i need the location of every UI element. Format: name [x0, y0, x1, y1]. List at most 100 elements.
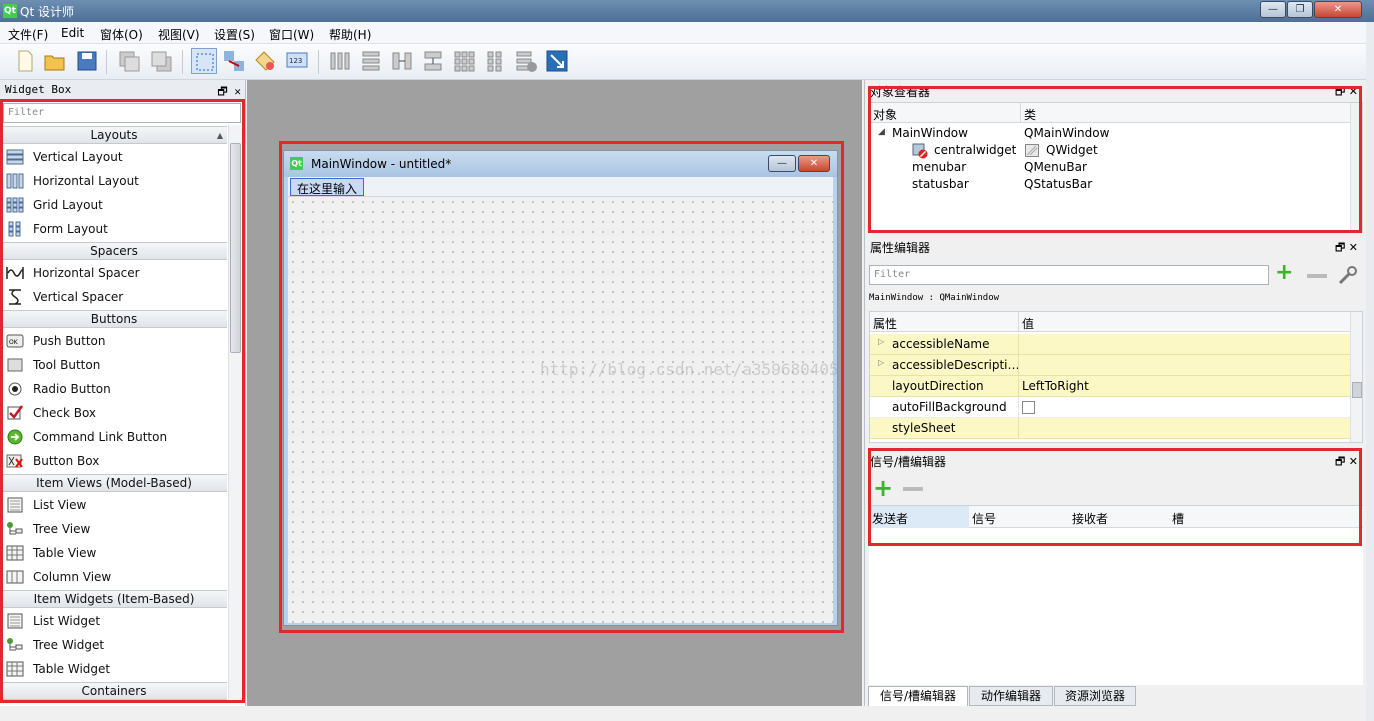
edit-buddies-icon[interactable]	[252, 48, 278, 74]
widget-item-table-widget[interactable]: Table Widget	[6, 657, 226, 681]
layout-form-icon[interactable]	[482, 48, 508, 74]
menu-help[interactable]: 帮助(H)	[329, 26, 371, 43]
scrollbar-thumb[interactable]	[230, 143, 241, 353]
property-row-accessible-name[interactable]: ▷ accessibleName	[870, 334, 1350, 355]
widget-item-tree-view[interactable]: Tree View	[6, 517, 226, 541]
widget-item-horizontal-spacer[interactable]: Horizontal Spacer	[6, 261, 226, 285]
dock-float-close-icons[interactable]: 🗗 ✕	[1335, 453, 1358, 472]
tree-expand-arrow-icon[interactable]: ◢	[878, 127, 885, 137]
widget-item-button-box[interactable]: Button Box	[6, 449, 226, 473]
save-icon[interactable]	[74, 48, 100, 74]
adjust-size-icon[interactable]	[544, 48, 570, 74]
minimize-button[interactable]: —	[1260, 1, 1286, 18]
tab-resource-browser[interactable]: 资源浏览器	[1054, 686, 1136, 706]
widget-item-command-link-button[interactable]: Command Link Button	[6, 425, 226, 449]
widget-item-push-button[interactable]: OK Push Button	[6, 329, 226, 353]
widget-item-vertical-layout[interactable]: Vertical Layout	[6, 145, 226, 169]
layout-horizontally-icon[interactable]	[327, 48, 353, 74]
col-property[interactable]: 属性	[873, 315, 897, 332]
category-item-widgets[interactable]: Item Widgets (Item-Based)	[1, 590, 227, 608]
layout-vertically-icon[interactable]	[358, 48, 384, 74]
break-layout-icon[interactable]	[513, 48, 539, 74]
category-spacers[interactable]: Spacers	[1, 242, 227, 260]
expand-arrow-icon[interactable]: ▷	[878, 358, 884, 367]
dock-float-close-icons[interactable]: 🗗 ✕	[1335, 83, 1358, 102]
menu-view[interactable]: 视图(V)	[158, 26, 200, 43]
property-table-scrollbar[interactable]	[1350, 312, 1362, 442]
bring-to-front-icon[interactable]	[148, 48, 174, 74]
col-sender[interactable]: 发送者	[872, 510, 908, 527]
widget-item-form-layout[interactable]: Form Layout	[6, 217, 226, 241]
property-row-style-sheet[interactable]: styleSheet	[870, 418, 1350, 439]
category-buttons[interactable]: Buttons	[1, 310, 227, 328]
remove-property-icon[interactable]	[1307, 274, 1327, 278]
widget-item-list-view[interactable]: List View	[6, 493, 226, 517]
property-filter-input[interactable]: Filter	[869, 265, 1269, 285]
form-close-button[interactable]: ✕	[798, 155, 830, 172]
col-receiver[interactable]: 接收者	[1072, 510, 1108, 527]
object-row-mainwindow[interactable]: ◢ MainWindow QMainWindow	[870, 125, 1350, 142]
dock-float-close-icons[interactable]: 🗗 ✕	[217, 83, 241, 102]
edit-tab-order-icon[interactable]: 123	[284, 48, 310, 74]
dock-float-close-icons[interactable]: 🗗 ✕	[1335, 239, 1358, 258]
object-row-statusbar[interactable]: statusbar QStatusBar	[870, 176, 1350, 193]
widget-item-label: Check Box	[33, 406, 97, 420]
send-to-back-icon[interactable]	[116, 48, 142, 74]
property-value[interactable]: LeftToRight	[1022, 379, 1089, 393]
menu-window[interactable]: 窗口(W)	[269, 26, 314, 43]
col-object[interactable]: 对象	[873, 106, 897, 123]
property-row-auto-fill-background[interactable]: autoFillBackground	[870, 397, 1350, 418]
add-dynamic-property-icon[interactable]: +	[1275, 262, 1293, 284]
expand-arrow-icon[interactable]: ▷	[878, 337, 884, 346]
property-row-accessible-description[interactable]: ▷ accessibleDescripti…	[870, 355, 1350, 376]
type-here-menu-placeholder[interactable]: 在这里输入	[290, 178, 365, 196]
layout-vertical-splitter-icon[interactable]	[420, 48, 446, 74]
widget-item-column-view[interactable]: Column View	[6, 565, 226, 589]
object-row-menubar[interactable]: menubar QMenuBar	[870, 159, 1350, 176]
menu-form[interactable]: 窗体(O)	[100, 26, 143, 43]
open-folder-icon[interactable]	[42, 48, 68, 74]
property-row-layout-direction[interactable]: layoutDirection LeftToRight	[870, 376, 1350, 397]
menu-settings[interactable]: 设置(S)	[214, 26, 255, 43]
object-inspector-scrollbar[interactable]	[1350, 103, 1362, 231]
widget-item-check-box[interactable]: Check Box	[6, 401, 226, 425]
scrollbar-thumb[interactable]	[1352, 382, 1362, 398]
widget-box-scrollbar[interactable]	[228, 125, 241, 701]
category-layouts[interactable]: Layouts ▲	[1, 126, 227, 144]
layout-grid-icon[interactable]	[451, 48, 477, 74]
category-containers[interactable]: Containers	[1, 682, 227, 700]
category-item-views[interactable]: Item Views (Model-Based)	[1, 474, 227, 492]
object-row-centralwidget[interactable]: centralwidget QWidget	[870, 142, 1350, 159]
form-main-window[interactable]: Qt MainWindow - untitled* — ✕ 在这里输入	[283, 150, 838, 626]
widget-item-grid-layout[interactable]: Grid Layout	[6, 193, 226, 217]
tab-signal-slot-editor[interactable]: 信号/槽编辑器	[868, 686, 968, 706]
col-slot[interactable]: 槽	[1172, 510, 1184, 527]
configure-wrench-icon[interactable]	[1337, 264, 1359, 286]
widget-item-tool-button[interactable]: Tool Button	[6, 353, 226, 377]
layout-horizontal-splitter-icon[interactable]	[389, 48, 415, 74]
widget-item-tree-widget[interactable]: Tree Widget	[6, 633, 226, 657]
form-minimize-button[interactable]: —	[768, 155, 796, 172]
edit-widgets-icon[interactable]	[191, 48, 217, 74]
tab-action-editor[interactable]: 动作编辑器	[969, 686, 1053, 706]
outer-scrollbar[interactable]	[1366, 22, 1374, 721]
form-canvas[interactable]: 在这里输入	[288, 177, 833, 623]
add-connection-icon[interactable]: +	[873, 476, 893, 500]
widget-item-vertical-spacer[interactable]: Vertical Spacer	[6, 285, 226, 309]
col-value[interactable]: 值	[1022, 315, 1034, 332]
widget-item-list-widget[interactable]: List Widget	[6, 609, 226, 633]
edit-signals-slots-icon[interactable]	[221, 48, 247, 74]
widget-box-filter-input[interactable]: Filter	[3, 103, 241, 123]
remove-connection-icon[interactable]	[903, 487, 923, 491]
widget-item-table-view[interactable]: Table View	[6, 541, 226, 565]
new-file-icon[interactable]	[12, 48, 38, 74]
widget-item-horizontal-layout[interactable]: Horizontal Layout	[6, 169, 226, 193]
maximize-button[interactable]: ❐	[1287, 1, 1313, 18]
menu-file[interactable]: 文件(F)	[8, 26, 48, 43]
col-class[interactable]: 类	[1024, 106, 1036, 123]
menu-edit[interactable]: Edit	[61, 26, 84, 40]
close-button[interactable]: ✕	[1314, 1, 1362, 18]
widget-item-radio-button[interactable]: Radio Button	[6, 377, 226, 401]
col-signal[interactable]: 信号	[972, 510, 996, 527]
auto-fill-checkbox[interactable]	[1022, 401, 1035, 414]
